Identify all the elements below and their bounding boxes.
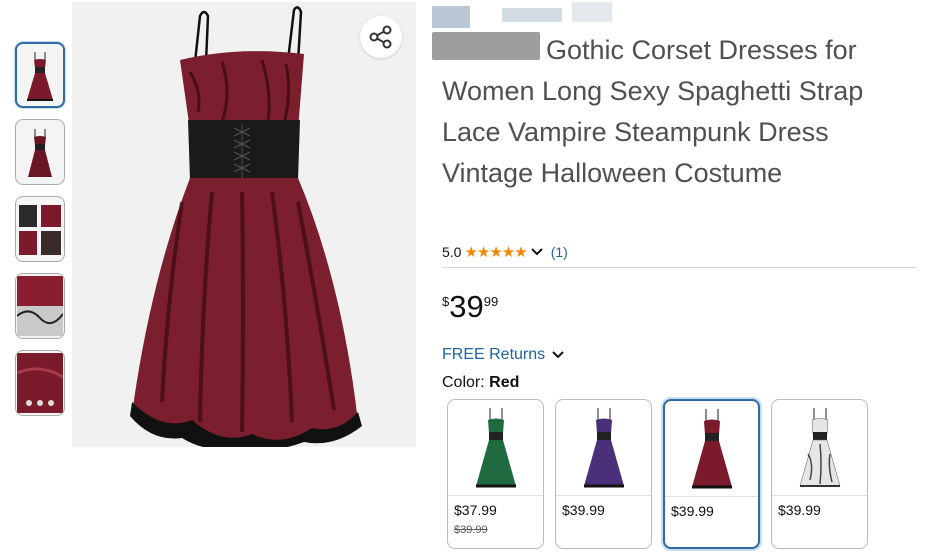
product-title: Gothic Corset Dresses for Women Long Sex… <box>442 35 864 188</box>
color-value: Red <box>489 374 520 391</box>
fabric-thumbnail-icon <box>17 353 63 413</box>
dress-swatch-icon <box>799 408 840 487</box>
free-returns-label: FREE Returns <box>442 346 546 363</box>
swatch-price: $39.99 <box>671 503 714 519</box>
thumbnail-2[interactable] <box>15 119 65 185</box>
swatch-image <box>448 404 543 492</box>
swatch-white[interactable]: $39.99 <box>771 399 868 549</box>
thumbnail-5[interactable] <box>15 350 65 416</box>
dress-image <box>130 6 362 450</box>
chevron-down-icon <box>552 351 564 359</box>
swatch-price: $37.99 <box>454 502 497 518</box>
swatch-image <box>665 405 758 493</box>
thumbnail-1[interactable] <box>15 42 65 108</box>
share-icon <box>369 25 392 49</box>
thumbnail-3[interactable] <box>15 196 65 262</box>
color-selector-label: Color: Red <box>442 374 519 392</box>
price-symbol: $ <box>442 294 450 309</box>
swatch-price: $39.99 <box>562 502 605 518</box>
dress-thumbnail-icon <box>27 52 53 101</box>
thumbnail-list <box>15 42 69 427</box>
fabric-thumbnail-icon <box>17 276 63 336</box>
rating-row: 5.0 ★★★★★ (1) <box>442 243 568 261</box>
rating-count-link[interactable]: (1) <box>551 244 568 260</box>
swatch-purple[interactable]: $39.99 <box>555 399 652 549</box>
dress-swatch-icon <box>691 409 732 489</box>
color-label: Color: <box>442 374 485 391</box>
swatch-image <box>772 404 867 492</box>
dress-thumbnail-icon <box>28 129 52 177</box>
price: $ 39 99 <box>442 290 498 324</box>
detail-thumbnail-icon <box>17 199 63 259</box>
rating-value: 5.0 <box>442 244 462 260</box>
dress-swatch-icon <box>475 408 516 488</box>
swatch-green[interactable]: $37.99 $39.99 <box>447 399 544 549</box>
chevron-down-icon[interactable] <box>530 247 544 257</box>
price-whole: 39 <box>449 289 484 324</box>
dress-swatch-icon <box>583 408 624 488</box>
swatch-red[interactable]: $39.99 <box>663 399 760 549</box>
swatch-price: $39.99 <box>778 502 821 518</box>
color-swatches: $37.99 $39.99 $39.99 $39.99 $39.99 <box>447 399 868 549</box>
swatch-old-price: $39.99 <box>454 524 488 536</box>
swatch-image <box>556 404 651 492</box>
star-rating-icon[interactable]: ★★★★★ <box>464 243 527 261</box>
main-product-image[interactable] <box>72 2 416 450</box>
share-button[interactable] <box>360 16 402 58</box>
thumbnail-4[interactable] <box>15 273 65 339</box>
free-returns-link[interactable]: FREE Returns <box>442 346 565 364</box>
price-fraction: 99 <box>483 294 499 309</box>
divider <box>442 267 917 268</box>
